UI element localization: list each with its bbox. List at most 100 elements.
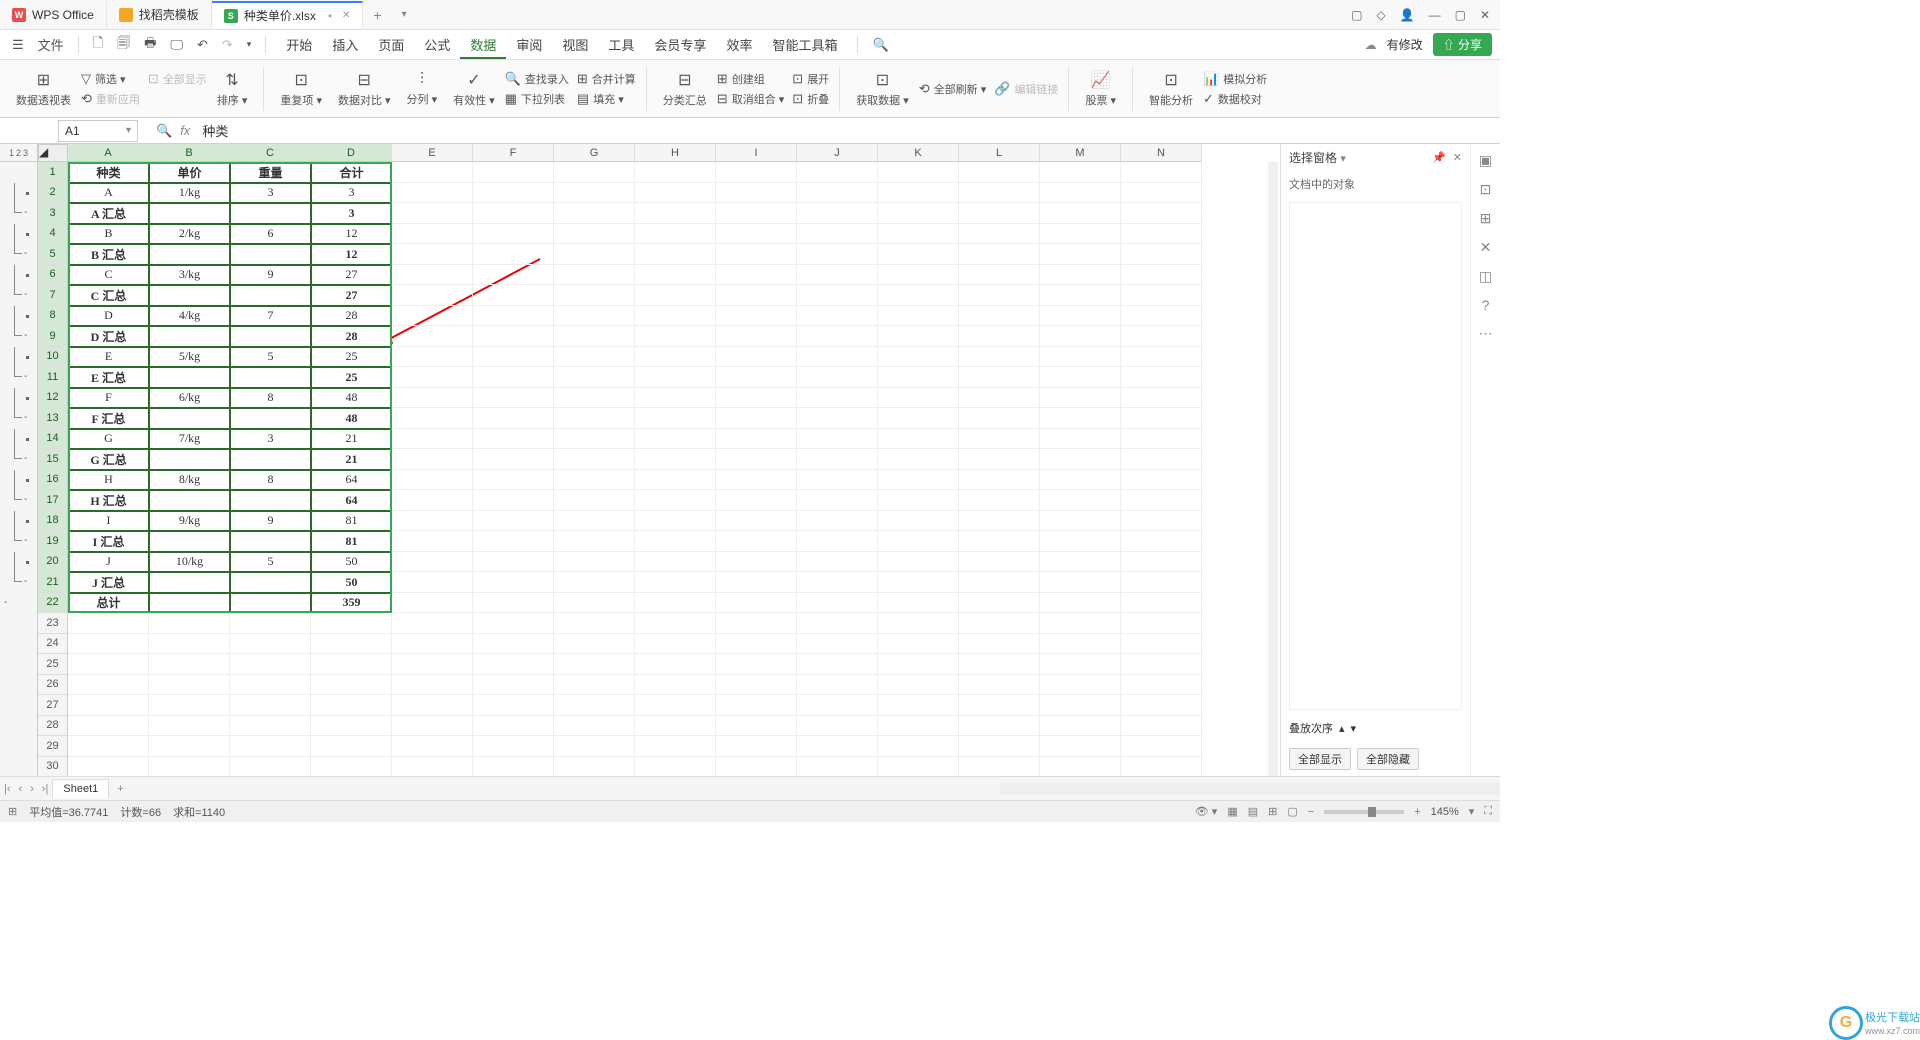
cell[interactable] (878, 716, 959, 737)
cell[interactable] (959, 572, 1040, 593)
row-header[interactable]: 6 (38, 265, 68, 286)
cell[interactable]: 64 (311, 490, 392, 511)
cell[interactable] (635, 695, 716, 716)
cell[interactable] (473, 265, 554, 286)
cell[interactable]: 48 (311, 388, 392, 409)
cell[interactable]: 9 (230, 511, 311, 532)
cell[interactable] (1121, 224, 1202, 245)
cell[interactable] (392, 326, 473, 347)
outline-row[interactable]: - (0, 203, 37, 224)
cell[interactable]: 12 (311, 224, 392, 245)
cell[interactable]: E 汇总 (68, 367, 149, 388)
cell[interactable] (554, 736, 635, 757)
cell[interactable] (554, 203, 635, 224)
cell[interactable] (1121, 265, 1202, 286)
cell[interactable] (230, 736, 311, 757)
cell[interactable] (473, 326, 554, 347)
cell[interactable] (716, 388, 797, 409)
cell[interactable] (149, 634, 230, 655)
cell[interactable] (554, 224, 635, 245)
cell[interactable] (716, 265, 797, 286)
view-normal-icon[interactable]: ▦ (1227, 805, 1237, 818)
cell[interactable] (635, 552, 716, 573)
zoom-in-icon[interactable]: + (1414, 806, 1420, 818)
outline-row[interactable] (0, 654, 37, 675)
cell[interactable]: A (68, 183, 149, 204)
cell[interactable] (635, 162, 716, 183)
row-header[interactable]: 5 (38, 244, 68, 265)
redo-icon[interactable]: ↷ (218, 35, 237, 55)
sidetool-icon[interactable]: ⊡ (1480, 181, 1492, 198)
outline-row[interactable]: - (0, 572, 37, 593)
eye-icon[interactable]: 👁 ▾ (1195, 805, 1218, 818)
row-header[interactable]: 20 (38, 552, 68, 573)
fx-icon[interactable]: fx (180, 123, 190, 138)
cell[interactable] (149, 613, 230, 634)
cell[interactable] (635, 367, 716, 388)
cell[interactable] (635, 675, 716, 696)
cell[interactable]: A 汇总 (68, 203, 149, 224)
row-header[interactable]: 30 (38, 757, 68, 777)
cell[interactable] (797, 306, 878, 327)
cell[interactable] (149, 716, 230, 737)
print-preview-icon[interactable]: 🖵 (166, 35, 187, 55)
cell[interactable] (1121, 285, 1202, 306)
cell[interactable] (959, 326, 1040, 347)
cell[interactable] (392, 265, 473, 286)
cell[interactable] (149, 531, 230, 552)
cell[interactable] (392, 675, 473, 696)
cell[interactable] (554, 183, 635, 204)
cell[interactable] (959, 634, 1040, 655)
ribbon-下拉列表[interactable]: ▦下拉列表 (505, 91, 569, 107)
cell[interactable]: 7 (230, 306, 311, 327)
h-scrollbar[interactable] (1000, 783, 1500, 795)
cell[interactable] (392, 367, 473, 388)
outline-row[interactable]: - (0, 408, 37, 429)
cell[interactable] (878, 634, 959, 655)
cell[interactable] (392, 572, 473, 593)
cell[interactable] (797, 593, 878, 614)
cell[interactable] (635, 224, 716, 245)
cell[interactable] (1121, 429, 1202, 450)
cell[interactable] (797, 613, 878, 634)
outline-row[interactable] (0, 757, 37, 777)
cell[interactable]: 8/kg (149, 470, 230, 491)
cell[interactable] (473, 511, 554, 532)
cell[interactable] (1121, 613, 1202, 634)
cell[interactable] (230, 634, 311, 655)
cell[interactable] (959, 367, 1040, 388)
cell[interactable] (1121, 593, 1202, 614)
cell[interactable] (1040, 531, 1121, 552)
cell[interactable] (959, 613, 1040, 634)
cell[interactable] (392, 224, 473, 245)
row-header[interactable]: 13 (38, 408, 68, 429)
sidetool-icon[interactable]: ⋯ (1479, 325, 1493, 342)
ribbon-合并计算[interactable]: ⊞合并计算 (577, 71, 636, 87)
cell[interactable] (473, 285, 554, 306)
new-tab-button[interactable]: + (363, 7, 391, 23)
cell[interactable] (1121, 367, 1202, 388)
cell[interactable] (473, 244, 554, 265)
cell[interactable] (554, 572, 635, 593)
expand-icon[interactable]: ⛶ (1484, 805, 1492, 818)
cell[interactable] (554, 695, 635, 716)
cell[interactable] (230, 531, 311, 552)
cell[interactable] (1121, 490, 1202, 511)
cell[interactable] (959, 162, 1040, 183)
cell[interactable] (392, 347, 473, 368)
outline-row[interactable]: - (0, 244, 37, 265)
cell[interactable] (959, 224, 1040, 245)
ribbon-填充[interactable]: ▤填充 ▾ (577, 91, 636, 107)
cell[interactable] (959, 654, 1040, 675)
cell[interactable]: 12 (311, 244, 392, 265)
menu-tab-效率[interactable]: 效率 (716, 34, 762, 57)
cell[interactable] (230, 695, 311, 716)
cell[interactable] (230, 244, 311, 265)
outline-level-1[interactable]: 1 (9, 148, 14, 158)
cell[interactable] (1040, 449, 1121, 470)
cell[interactable] (230, 716, 311, 737)
cell[interactable] (554, 593, 635, 614)
cell[interactable] (1121, 306, 1202, 327)
cell[interactable] (1040, 183, 1121, 204)
cell[interactable] (230, 572, 311, 593)
